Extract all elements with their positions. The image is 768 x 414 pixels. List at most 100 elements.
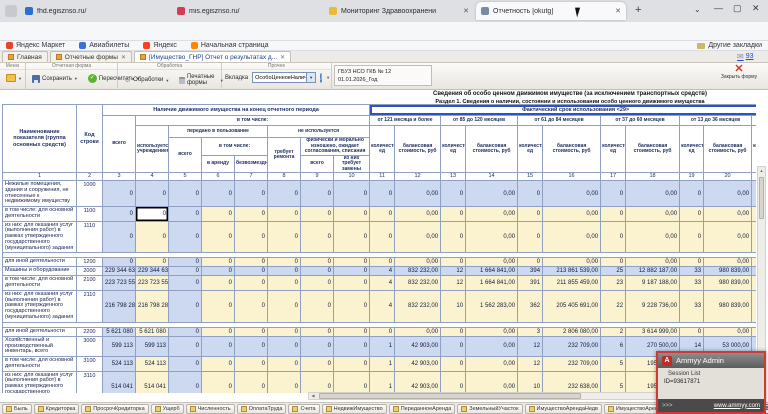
cell-2200-col3[interactable]: 5 621 080	[103, 327, 136, 336]
cell-2200-col14[interactable]: 0,00	[466, 327, 518, 336]
cell-1110-col11[interactable]: 0	[370, 221, 395, 253]
sheet-tab-8[interactable]: НедвижИмущество	[322, 404, 387, 414]
cell-3110-col12[interactable]: 42 903,00	[395, 371, 441, 393]
close-icon[interactable]: ✕	[615, 7, 621, 15]
browser-tab-4[interactable]: Отчетность [okutg]✕	[476, 2, 626, 20]
browser-tab-2[interactable]: mis.egisznso.ru/	[172, 2, 322, 20]
mail-link[interactable]: ✉93	[737, 52, 754, 61]
cell-1100-col9[interactable]: 0	[301, 207, 334, 222]
cell-1110-col15[interactable]: 0	[518, 221, 543, 253]
cell-1000-col9[interactable]: 0	[301, 181, 334, 207]
cell-3110-col7[interactable]: 0	[235, 371, 268, 393]
cell-1000-col21[interactable]: 0	[752, 181, 756, 207]
app-tab-2[interactable]: Отчетные формы✕	[50, 51, 132, 62]
cell-1110-col16[interactable]: 0,00	[543, 221, 601, 253]
cell-1110-col17[interactable]: 0	[601, 221, 626, 253]
cell-2000-col21[interactable]: 0	[752, 267, 756, 276]
cell-2100-col19[interactable]: 33	[680, 276, 704, 291]
cell-2110-col11[interactable]: 4	[370, 290, 395, 322]
cell-3000-col13[interactable]: 0	[441, 336, 466, 356]
cell-1200-col15[interactable]: 0	[518, 258, 543, 267]
browser-tab-1[interactable]: fhd.egisznso.ru/	[20, 2, 170, 20]
cell-2000-col12[interactable]: 832 232,00	[395, 267, 441, 276]
cell-1110-col9[interactable]: 0	[301, 221, 334, 253]
cell-1200-col7[interactable]: 0	[235, 258, 268, 267]
app-tab-1[interactable]: Главная	[2, 51, 48, 62]
cell-1200-col4[interactable]: 0	[136, 258, 169, 267]
cell-3110-col16[interactable]: 232 638,00	[543, 371, 601, 393]
cell-1110-col19[interactable]: 0	[680, 221, 704, 253]
cell-1110-col20[interactable]: 0,00	[704, 221, 752, 253]
cell-1000-col18[interactable]: 0,00	[626, 181, 680, 207]
cell-2110-col5[interactable]: 0	[169, 290, 202, 322]
ammyy-expand-button[interactable]: >>>	[662, 403, 673, 409]
cell-3000-col3[interactable]: 599 113	[103, 336, 136, 356]
cell-2100-col8[interactable]: 0	[268, 276, 301, 291]
cell-1100-col12[interactable]: 0,00	[395, 207, 441, 222]
cell-2110-col8[interactable]: 0	[268, 290, 301, 322]
cell-3110-col11[interactable]: 1	[370, 371, 395, 393]
cell-3110-col3[interactable]: 514 041	[103, 371, 136, 393]
cell-1100-col19[interactable]: 0	[680, 207, 704, 222]
cell-3110-col13[interactable]: 0	[441, 371, 466, 393]
cell-2100-col6[interactable]: 0	[202, 276, 235, 291]
cell-3110-col17[interactable]: 5	[601, 371, 626, 393]
browser-tab-3[interactable]: Мониторинг Здравоохранени✕	[324, 2, 474, 20]
cell-2000-col9[interactable]: 0	[301, 267, 334, 276]
cell-2100-col11[interactable]: 4	[370, 276, 395, 291]
close-icon[interactable]: ✕	[280, 54, 285, 61]
sheet-tab-7[interactable]: Счета	[288, 404, 319, 414]
cell-2100-col15[interactable]: 391	[518, 276, 543, 291]
cell-1110-col21[interactable]: 0	[752, 221, 756, 253]
ammyy-title-bar[interactable]: A Ammyy Admin	[658, 353, 764, 368]
cell-2200-col20[interactable]: 0,00	[704, 327, 752, 336]
cell-2100-col5[interactable]: 0	[169, 276, 202, 291]
cell-1200-col19[interactable]: 0	[680, 258, 704, 267]
cell-3000-col15[interactable]: 12	[518, 336, 543, 356]
cell-2200-col8[interactable]: 0	[268, 327, 301, 336]
cell-2000-col5[interactable]: 0	[169, 267, 202, 276]
cell-2110-col18[interactable]: 9 228 736,00	[626, 290, 680, 322]
cell-1100-col5[interactable]: 0	[169, 207, 202, 222]
cell-3000-col17[interactable]: 6	[601, 336, 626, 356]
cell-3000-col5[interactable]: 0	[169, 336, 202, 356]
cell-1110-col4[interactable]: 0	[136, 221, 169, 253]
app-tab-3[interactable]: [Имущество_ГНР] Отчет о результатах д...…	[134, 51, 291, 62]
cell-3100-col9[interactable]: 0	[301, 357, 334, 372]
cell-2000-col8[interactable]: 0	[268, 267, 301, 276]
sheet-tab-11[interactable]: ИмуществоАрендаНедв	[525, 404, 602, 414]
print-forms-button[interactable]: Печатные формы▼	[176, 72, 226, 88]
cell-2110-col17[interactable]: 22	[601, 290, 626, 322]
info-icon[interactable]: i	[320, 73, 322, 83]
cell-1110-col8[interactable]: 0	[268, 221, 301, 253]
ammyy-admin-window[interactable]: A Ammyy Admin Session List ID=93617871 >…	[656, 351, 766, 414]
cell-1100-col21[interactable]: 0	[752, 207, 756, 222]
sheet-tab-6[interactable]: ОплатаТруда	[237, 404, 287, 414]
cell-1200-col11[interactable]: 0	[370, 258, 395, 267]
cell-1100-col18[interactable]: 0,00	[626, 207, 680, 222]
cell-3100-col7[interactable]: 0	[235, 357, 268, 372]
cell-2110-col21[interactable]: 0	[752, 290, 756, 322]
cell-2100-col20[interactable]: 980 839,00	[704, 276, 752, 291]
cell-1100-col11[interactable]: 0	[370, 207, 395, 222]
cell-1200-col16[interactable]: 0,00	[543, 258, 601, 267]
save-button[interactable]: Сохранить▼	[29, 73, 81, 85]
cell-2110-col13[interactable]: 10	[441, 290, 466, 322]
cell-3000-col4[interactable]: 599 113	[136, 336, 169, 356]
cell-3000-col14[interactable]: 0,00	[466, 336, 518, 356]
ammyy-website-link[interactable]: www.ammyy.com	[714, 403, 760, 409]
cell-3000-col9[interactable]: 0	[301, 336, 334, 356]
cell-2200-col13[interactable]: 0	[441, 327, 466, 336]
cell-1100-col3[interactable]: 0	[103, 207, 136, 222]
cell-2000-col17[interactable]: 25	[601, 267, 626, 276]
cell-2110-col3[interactable]: 216 798 280	[103, 290, 136, 322]
cell-3100-col16[interactable]: 232 709,00	[543, 357, 601, 372]
vertical-scroll-thumb[interactable]	[759, 177, 764, 219]
cell-2200-col9[interactable]: 0	[301, 327, 334, 336]
cell-3100-col3[interactable]: 524 113	[103, 357, 136, 372]
scroll-left-icon[interactable]: ◀	[309, 393, 317, 399]
sheet-tab-5[interactable]: Численность	[186, 404, 235, 414]
cell-2100-col18[interactable]: 9 187 188,00	[626, 276, 680, 291]
cell-3100-col12[interactable]: 42 903,00	[395, 357, 441, 372]
cell-3100-col11[interactable]: 1	[370, 357, 395, 372]
